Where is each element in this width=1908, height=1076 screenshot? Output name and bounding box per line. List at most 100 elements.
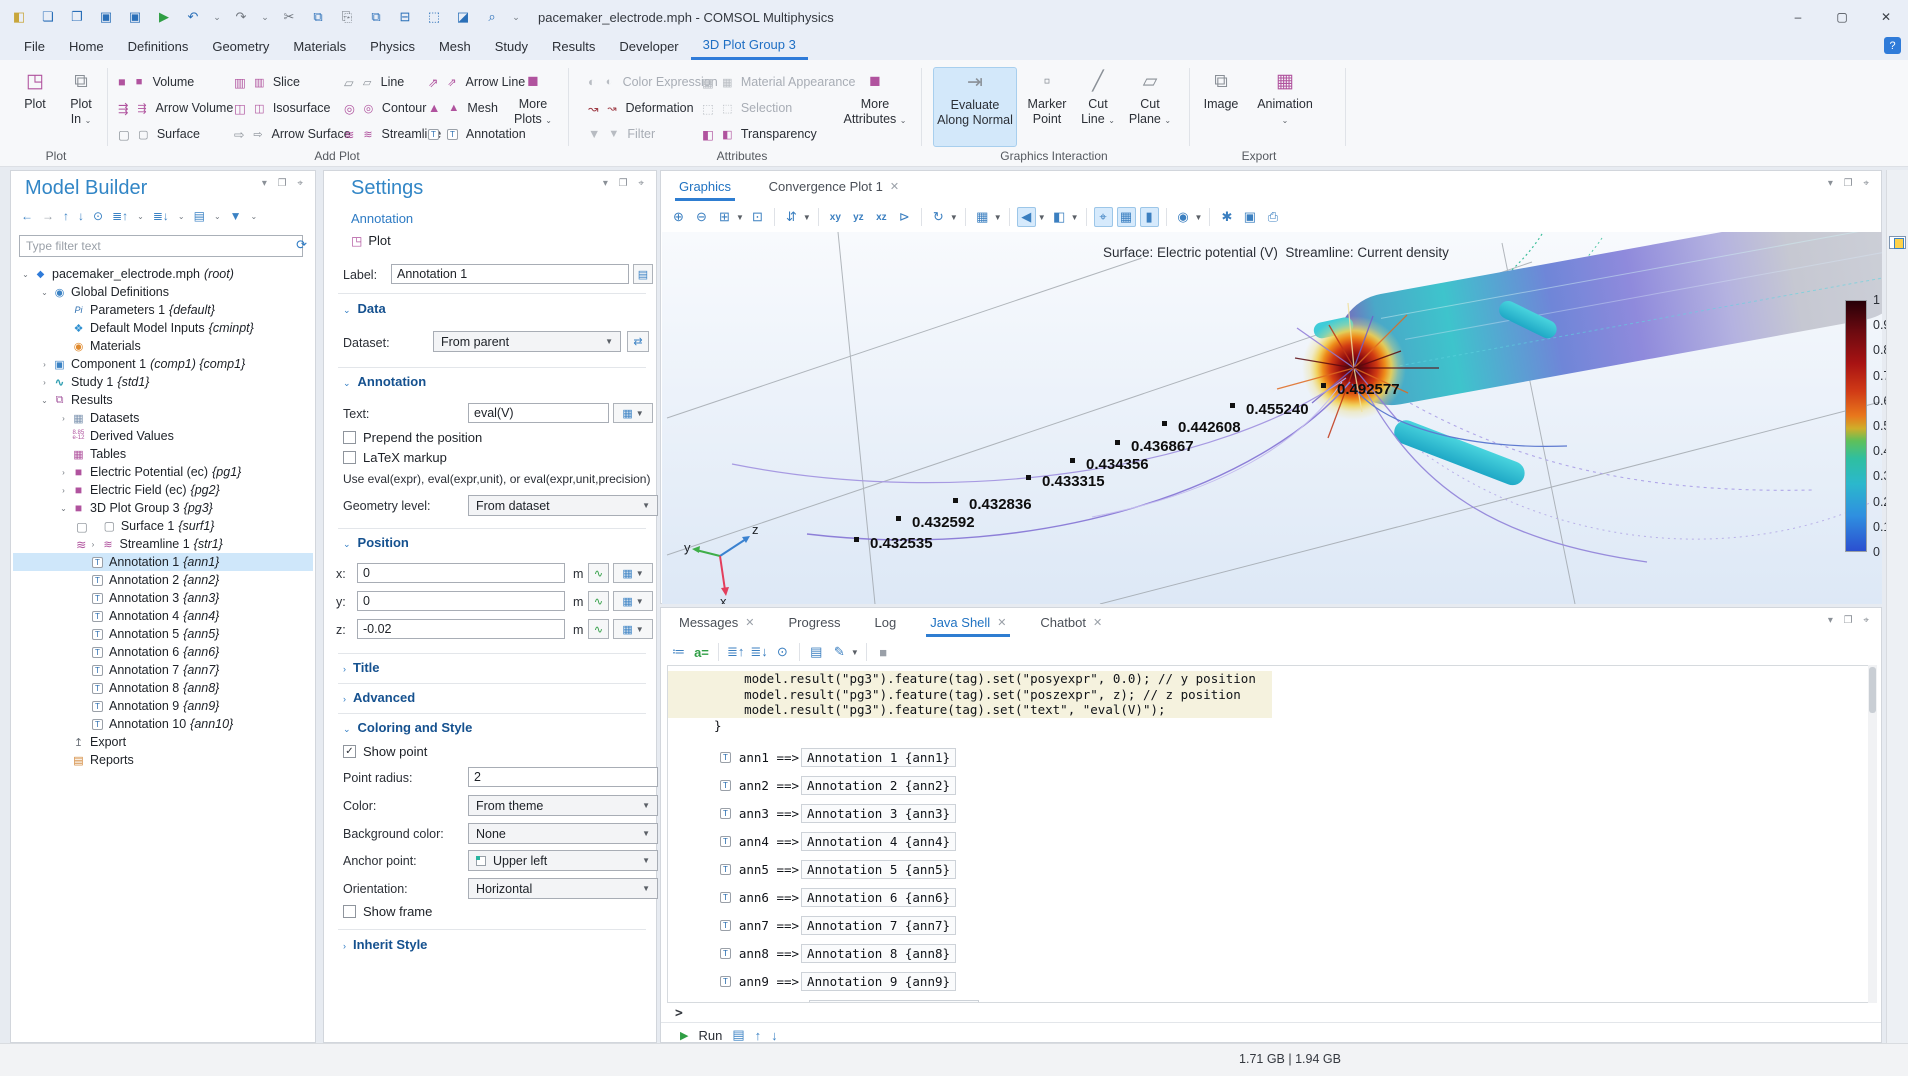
tree-expand-arrow[interactable]: ⌄ xyxy=(57,504,70,513)
text-expression-button[interactable]: ▦ ▼ xyxy=(613,403,653,423)
run-icon[interactable]: ▶ xyxy=(680,1029,688,1042)
redo-icon[interactable]: ↷ xyxy=(232,9,250,25)
tree-item[interactable]: Annotation 5 {ann5} xyxy=(13,625,313,643)
show-grid-icon[interactable]: ▦ xyxy=(1117,207,1136,227)
ribbon-tab[interactable]: Home xyxy=(57,34,116,59)
plot-settings-button[interactable]: ◳ Plot xyxy=(351,233,391,248)
close-tab-icon[interactable]: ✕ xyxy=(1093,616,1102,629)
tree-expand-arrow[interactable]: ⌄ xyxy=(19,270,32,279)
add-plot-item[interactable]: Surface xyxy=(118,121,233,147)
zoom-extents-icon[interactable]: ⊡ xyxy=(748,207,767,227)
panel-controls[interactable]: ▾ ❐ ⌖ xyxy=(262,178,307,189)
show-point-checkbox[interactable]: ✓Show point xyxy=(343,744,427,759)
show-axis-orientation-icon[interactable]: ⌖ xyxy=(1094,207,1113,227)
shell-prompt[interactable]: > xyxy=(675,1006,683,1021)
tree-expand-arrow[interactable]: ⌄ xyxy=(38,288,51,297)
scene-caret-icon[interactable]: ▼ xyxy=(994,213,1002,222)
select-caret-icon[interactable]: ▼ xyxy=(1038,213,1046,222)
tree-item[interactable]: Annotation 2 {ann2} xyxy=(13,571,313,589)
tree-item[interactable]: Tables xyxy=(13,445,313,463)
shell-tab[interactable]: Java Shell✕ xyxy=(926,610,1010,637)
copy-icon[interactable]: ⧉ xyxy=(309,9,327,25)
color-theme-icon[interactable]: ◉ xyxy=(1174,207,1193,227)
z-input[interactable]: -0.02 xyxy=(357,619,565,639)
ribbon-tab[interactable]: Study xyxy=(483,34,540,59)
ribbon-tab[interactable]: Definitions xyxy=(116,34,201,59)
dataset-edit-button[interactable]: ⇄ xyxy=(627,331,649,352)
tree-item[interactable]: Parameters 1 {default} xyxy=(13,301,313,319)
background-color-dropdown[interactable]: None▼ xyxy=(468,823,658,844)
select-mode-icon[interactable]: ◀ xyxy=(1017,207,1036,227)
y-range-button[interactable]: ∿ xyxy=(588,591,609,611)
tree-filter-input[interactable]: Type filter text xyxy=(19,235,303,257)
tree-item[interactable]: ⌄ Global Definitions xyxy=(13,283,313,301)
add-plot-item[interactable]: Volume xyxy=(118,69,233,95)
maximize-button[interactable]: ▢ xyxy=(1820,0,1864,33)
find-icon[interactable]: ⌕ xyxy=(483,9,501,25)
yz-view-icon[interactable]: yz xyxy=(849,207,868,227)
point-radius-input[interactable]: 2 xyxy=(468,767,658,787)
add-plot-item[interactable]: Isosurface xyxy=(234,95,351,121)
shell-tab[interactable]: Log xyxy=(871,610,901,637)
run-label[interactable]: Run xyxy=(698,1028,722,1043)
select-box-icon[interactable]: ⬚ xyxy=(425,9,443,25)
rotate-icon[interactable]: ↻ xyxy=(929,207,948,227)
panel-controls[interactable]: ▾ ❐ ⌖ xyxy=(1828,178,1873,189)
show-output-icon[interactable]: ⊙ xyxy=(773,642,792,662)
tree-expand-arrow[interactable]: › xyxy=(57,414,70,423)
tree-expand-arrow[interactable]: › xyxy=(57,486,70,495)
panel-controls[interactable]: ▾ ❐ ⌖ xyxy=(1828,615,1873,626)
color-dropdown[interactable]: From theme▼ xyxy=(468,795,658,816)
tree-item[interactable]: ⌄ 3D Plot Group 3 {pg3} xyxy=(13,499,313,517)
add-plot-item[interactable]: Streamline xyxy=(344,121,441,147)
shell-tab[interactable]: Messages✕ xyxy=(675,610,758,637)
close-tab-icon[interactable]: ✕ xyxy=(997,616,1006,629)
tab-graphics[interactable]: Graphics xyxy=(675,174,735,201)
customize-toolbar-caret-icon[interactable]: ⌄ xyxy=(512,12,520,23)
panel-controls[interactable]: ▾ ❐ ⌖ xyxy=(603,178,648,189)
export-image-button[interactable]: ⧉ Image xyxy=(1196,67,1246,147)
deselect-icon[interactable]: ◪ xyxy=(454,9,472,25)
tree-item[interactable]: Export xyxy=(13,733,313,751)
orientation-dropdown[interactable]: Horizontal▼ xyxy=(468,878,658,899)
attribute-item[interactable]: Material Appearance xyxy=(702,69,855,95)
ribbon-tab[interactable]: Developer xyxy=(607,34,690,59)
tree-item[interactable]: › Study 1 {std1} xyxy=(13,373,313,391)
x-expression-button[interactable]: ▦ ▼ xyxy=(613,563,653,583)
tree-item[interactable]: Surface 1 {surf1} xyxy=(13,517,313,535)
marker-point-button[interactable]: ▫ Marker Point xyxy=(1022,67,1072,147)
cut-plane-button[interactable]: ▱ Cut Plane ⌄ xyxy=(1124,67,1176,147)
tree-item[interactable]: Annotation 7 {ann7} xyxy=(13,661,313,679)
section-position[interactable]: ⌄Position xyxy=(343,535,409,550)
tab-convergence-plot[interactable]: Convergence Plot 1✕ xyxy=(765,174,903,201)
delete-icon[interactable]: ⊟ xyxy=(396,9,414,25)
ribbon-tab-3d-plot-group[interactable]: 3D Plot Group 3 xyxy=(691,34,808,60)
tree-expand-arrow[interactable]: › xyxy=(38,360,51,369)
latex-markup-checkbox[interactable]: LaTeX markup xyxy=(343,450,447,465)
section-inherit-style[interactable]: ›Inherit Style xyxy=(343,937,427,952)
tree-item[interactable]: › Component 1 (comp1) {comp1} xyxy=(13,355,313,373)
tree-item[interactable]: › Datasets xyxy=(13,409,313,427)
ribbon-tab[interactable]: Materials xyxy=(281,34,358,59)
undo-caret-icon[interactable]: ⌄ xyxy=(213,12,221,23)
undo-icon[interactable]: ↶ xyxy=(184,9,202,25)
more-attributes-button[interactable]: ■ More Attributes ⌄ xyxy=(843,67,907,147)
expand-caret-icon[interactable]: ⌄ xyxy=(137,212,144,221)
z-range-button[interactable]: ∿ xyxy=(588,619,609,639)
rotate-caret-icon[interactable]: ▼ xyxy=(950,213,958,222)
section-data[interactable]: ⌄Data xyxy=(343,301,386,316)
y-expression-button[interactable]: ▦ ▼ xyxy=(613,591,653,611)
tree-item[interactable]: Annotation 10 {ann10} xyxy=(13,715,313,733)
attribute-item[interactable]: Deformation xyxy=(588,95,718,121)
zoom-caret-icon[interactable]: ▼ xyxy=(736,213,744,222)
cut-line-button[interactable]: ╱ Cut Line ⌄ xyxy=(1076,67,1120,147)
docked-window-icon[interactable] xyxy=(1889,236,1906,249)
help-icon[interactable]: ? xyxy=(1884,37,1901,54)
run-icon[interactable]: ▶ xyxy=(155,9,173,25)
ribbon-tab[interactable]: Mesh xyxy=(427,34,483,59)
attribute-item[interactable]: Color Expression xyxy=(588,69,718,95)
label-input[interactable]: Annotation 1 xyxy=(391,264,629,284)
history-down-icon[interactable]: ↓ xyxy=(771,1028,778,1043)
model-tree-nodes-icon[interactable]: ▤ xyxy=(194,209,205,223)
add-plot-item[interactable]: Contour xyxy=(344,95,441,121)
